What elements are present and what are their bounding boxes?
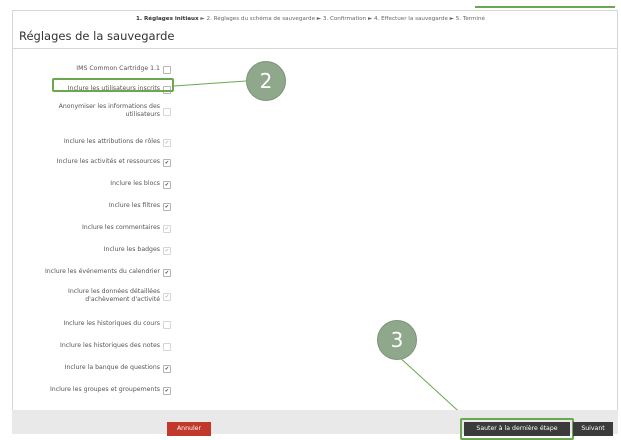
skip-to-last-step-button[interactable]: Sauter à la dernière étape — [464, 422, 570, 436]
cancel-button[interactable]: Annuler — [167, 422, 211, 436]
next-button[interactable]: Suivant — [573, 422, 613, 436]
callout-connectors — [173, 80, 467, 419]
callout-3: 3 — [377, 320, 417, 360]
callout-2: 2 — [246, 61, 286, 101]
